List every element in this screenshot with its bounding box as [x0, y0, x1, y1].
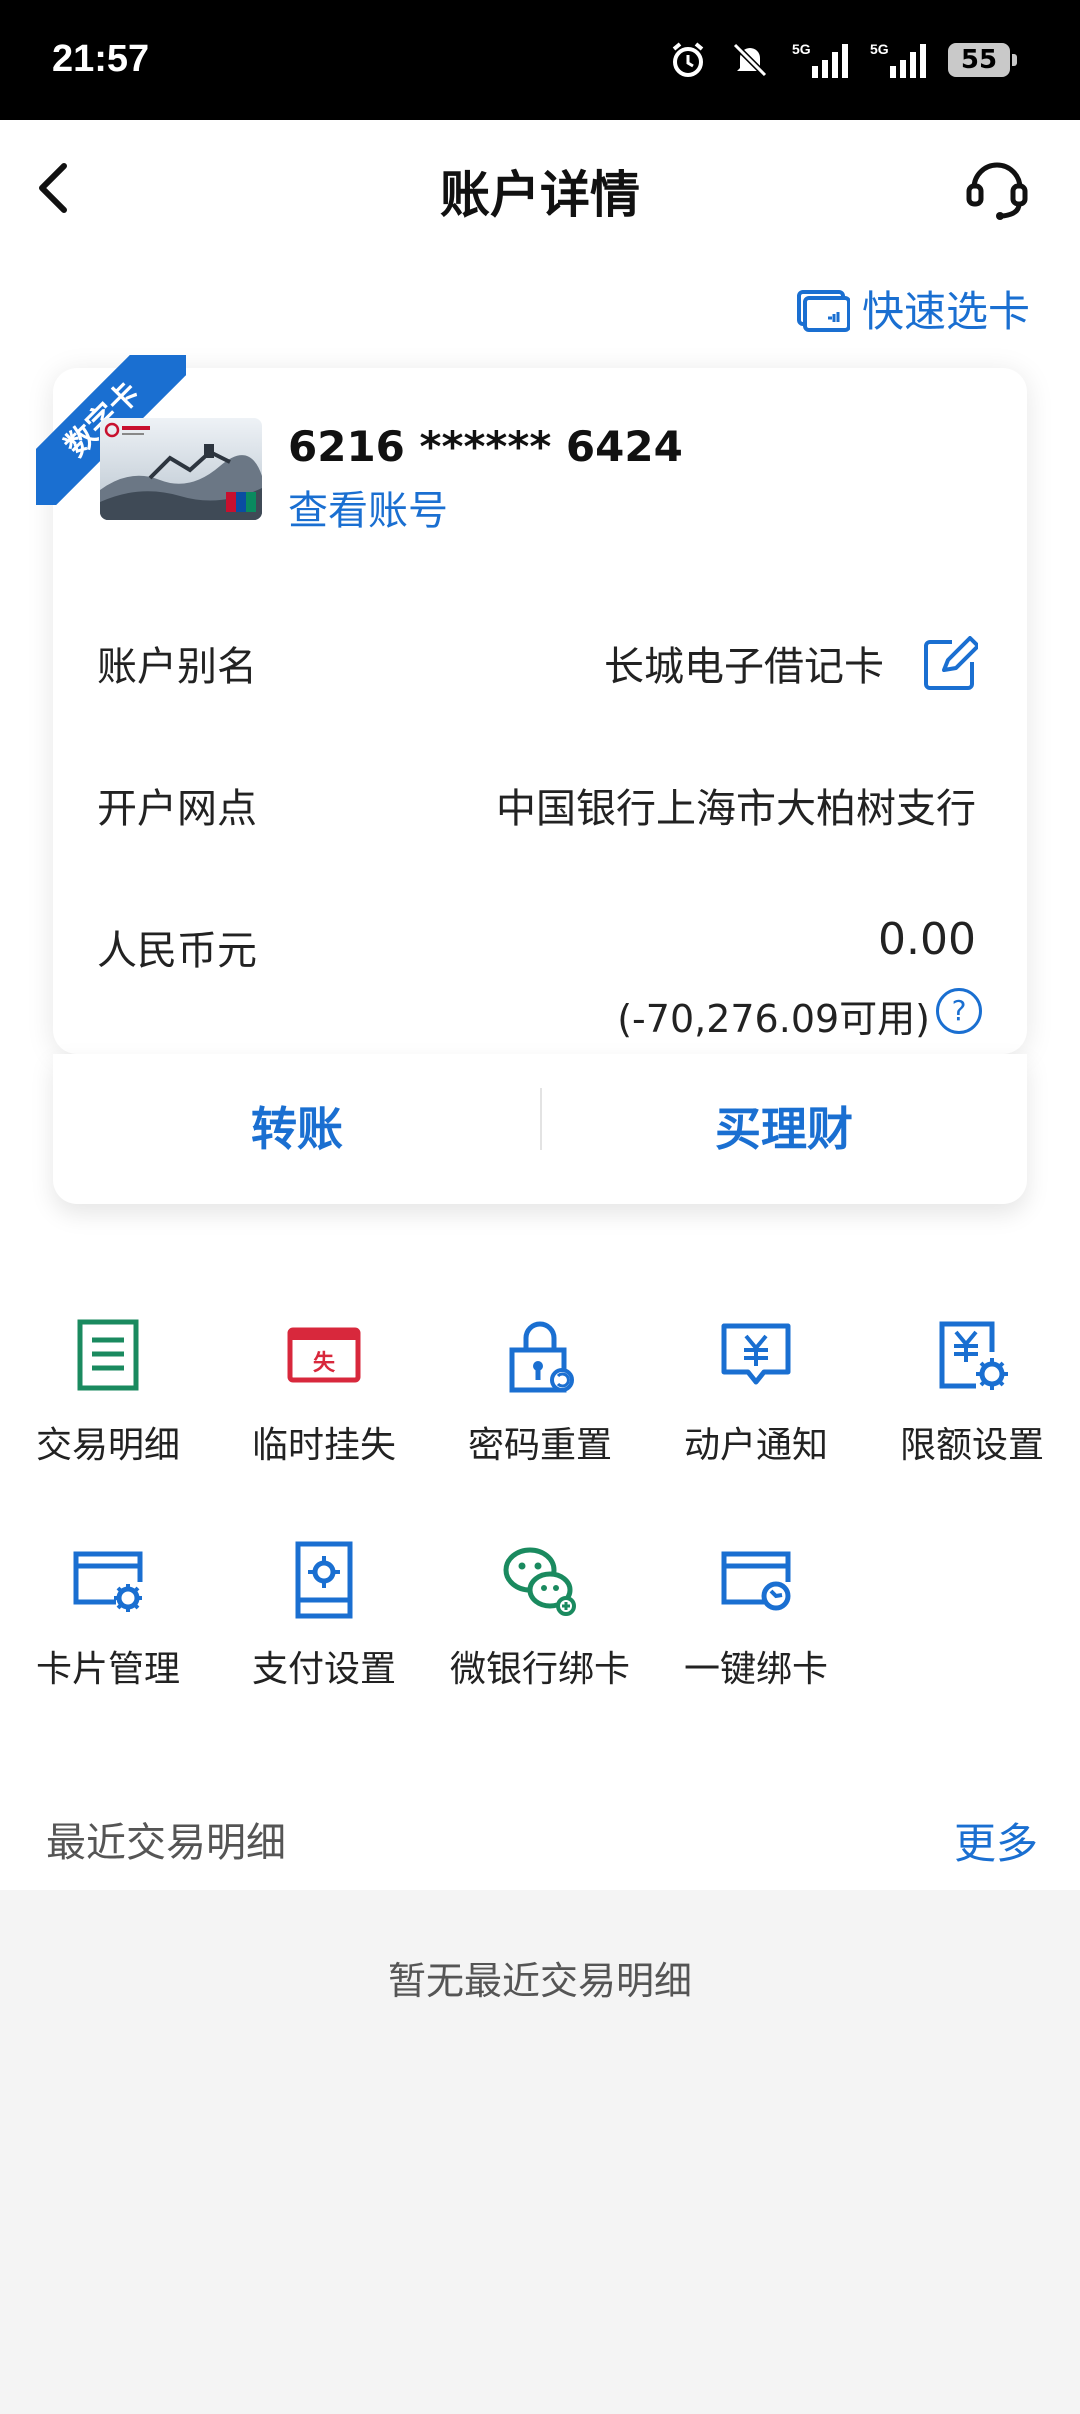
loss-report-icon: 失: [287, 1327, 361, 1383]
feature-wechat-bind[interactable]: 微银行绑卡: [432, 1540, 648, 1692]
feature-label: 动户通知: [683, 1425, 828, 1466]
card-switch-icon: [796, 289, 850, 332]
help-icon[interactable]: ?: [936, 988, 982, 1034]
status-time: 21:57: [52, 38, 150, 80]
currency-label: 人民币元: [97, 928, 257, 974]
feature-label: 交易明细: [35, 1425, 180, 1466]
card-number: 6216 ****** 6424: [288, 422, 683, 471]
feature-label: 卡片管理: [35, 1649, 180, 1690]
alias-label: 账户别名: [97, 644, 257, 690]
feature-card-management[interactable]: 卡片管理: [0, 1540, 216, 1692]
signal-5g-icon-2: 5G: [870, 41, 926, 78]
available-balance: (-70,276.09可用): [617, 997, 930, 1041]
customer-service-icon[interactable]: [962, 152, 1032, 222]
feature-label: 密码重置: [467, 1425, 612, 1466]
feature-password-reset[interactable]: 密码重置: [432, 1316, 648, 1468]
feature-label: 微银行绑卡: [449, 1649, 630, 1690]
yuan-notify-icon: [721, 1323, 791, 1385]
wechat-icon: [503, 1547, 576, 1616]
status-icons: 5G 5G 55: [668, 34, 1017, 86]
feature-label: 一键绑卡: [683, 1649, 828, 1690]
lock-reset-icon: [509, 1321, 574, 1393]
feature-payment-settings[interactable]: 支付设置: [216, 1540, 432, 1692]
recent-transactions-title: 最近交易明细: [46, 1820, 286, 1866]
yuan-settings-icon: [939, 1321, 1008, 1390]
signal-5g-icon: 5G: [792, 41, 848, 78]
empty-state-text: 暂无最近交易明细: [387, 1959, 692, 2003]
feature-loss-report[interactable]: 失 临时挂失: [216, 1316, 432, 1468]
feature-transaction-details[interactable]: 交易明细: [0, 1316, 216, 1468]
feature-one-click-bind[interactable]: 一键绑卡: [648, 1540, 864, 1692]
card-bind-icon: [721, 1551, 791, 1611]
branch-label: 开户网点: [97, 786, 257, 832]
feature-label: 支付设置: [251, 1649, 396, 1690]
transfer-button[interactable]: 转账: [53, 1054, 541, 1204]
quick-select-label: 快速选卡: [861, 287, 1030, 336]
mute-icon: [732, 42, 768, 78]
edit-icon[interactable]: [922, 636, 978, 692]
branch-value: 中国银行上海市大柏树支行: [496, 786, 976, 832]
payment-settings-icon: [295, 1541, 353, 1619]
alias-value: 长城电子借记卡: [604, 644, 884, 690]
buy-wealth-button[interactable]: 买理财: [541, 1054, 1027, 1204]
alarm-icon: [672, 42, 704, 77]
feature-label: 临时挂失: [251, 1425, 396, 1466]
svg-text:5G: 5G: [870, 41, 889, 57]
card-settings-icon: [73, 1551, 143, 1612]
list-icon: [77, 1319, 139, 1391]
battery-icon: 55: [948, 43, 1017, 77]
quick-select-card-button[interactable]: 快速选卡: [796, 278, 1030, 339]
feature-limit-settings[interactable]: 限额设置: [864, 1316, 1080, 1468]
feature-label: 限额设置: [899, 1425, 1044, 1466]
balance-value: 0.00: [878, 914, 976, 965]
svg-text:失: 失: [313, 1351, 336, 1376]
svg-text:5G: 5G: [792, 41, 811, 57]
feature-account-notify[interactable]: 动户通知: [648, 1316, 864, 1468]
more-link[interactable]: 更多: [954, 1810, 1038, 1871]
page-title: 账户详情: [440, 166, 640, 224]
view-account-number-link[interactable]: 查看账号: [288, 478, 448, 536]
bank-card-image: [100, 418, 262, 520]
